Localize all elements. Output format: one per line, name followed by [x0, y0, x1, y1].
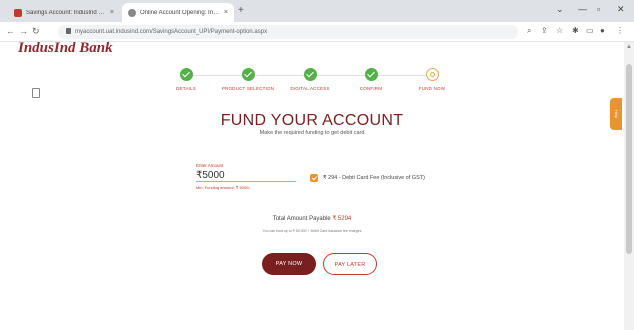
- brand-logo: IndusInd Bank: [18, 42, 113, 55]
- check-icon: [364, 68, 378, 81]
- check-icon: [179, 68, 193, 81]
- profile-icon[interactable]: ●: [600, 26, 605, 35]
- browser-tab-active[interactable]: Online Account Opening: IndusInd ×: [122, 3, 234, 22]
- indusind-favicon-icon: [14, 8, 22, 17]
- checkbox-checked-icon[interactable]: [310, 174, 318, 182]
- address-bar: ← → ↻ myaccount.uat.indusind.com/Savings…: [0, 22, 634, 42]
- step-label: FUND NOW: [418, 86, 446, 91]
- maximize-icon[interactable]: ▫: [597, 4, 600, 14]
- step-confirm: CONFIRM: [336, 68, 406, 91]
- current-step-icon: [425, 68, 439, 81]
- chevron-down-icon[interactable]: ⌄: [556, 4, 564, 15]
- page-content: IndusInd Bank DETAILS PRODUCT SELECTION …: [0, 42, 624, 330]
- debit-card-fee[interactable]: ₹ 294 - Debit Card Fee (Inclusive of GST…: [310, 174, 425, 182]
- total-payable: Total Amount Payable ₹ 5294: [0, 215, 624, 222]
- step-label: CONFIRM: [359, 86, 383, 91]
- total-label: Total Amount Payable: [272, 216, 331, 222]
- url-field[interactable]: myaccount.uat.indusind.com/SavingsAccoun…: [58, 25, 518, 39]
- page-subtitle: Make the required funding to get debit c…: [259, 130, 365, 136]
- fee-text: ₹ 294 - Debit Card Fee (Inclusive of GST…: [323, 175, 425, 181]
- star-icon[interactable]: ☆: [556, 26, 563, 35]
- search-icon[interactable]: ⌕: [527, 26, 531, 36]
- browser-tab[interactable]: Savings Account: IndusInd Bank ×: [8, 3, 120, 22]
- minimize-icon[interactable]: —: [578, 4, 587, 14]
- site-favicon-icon: [128, 8, 136, 17]
- browser-tab-bar: Savings Account: IndusInd Bank × Online …: [0, 0, 634, 22]
- funding-note: You can fund up to ₹ 50,000 + Debit Card…: [262, 229, 362, 233]
- step-product-selection: PRODUCT SELECTION: [213, 68, 283, 91]
- step-label: DETAILS: [176, 86, 196, 91]
- page-title: FUND YOUR ACCOUNT: [220, 112, 404, 129]
- window-close-icon[interactable]: ✕: [617, 4, 625, 15]
- amount-hint: Min. Funding amount: ₹ 5000/-: [196, 185, 251, 190]
- step-fund-now: FUND NOW: [397, 68, 467, 91]
- close-icon[interactable]: ×: [110, 9, 114, 16]
- tab-title: Online Account Opening: IndusInd: [140, 9, 220, 16]
- extension-icon[interactable]: ✱: [572, 26, 579, 35]
- step-details: DETAILS: [151, 68, 221, 91]
- amount-label: Enter Amount: [196, 163, 224, 168]
- scrollbar-thumb[interactable]: [626, 64, 632, 254]
- step-digital-access: DIGITAL ACCESS: [275, 68, 345, 91]
- check-icon: [241, 68, 255, 81]
- step-label: PRODUCT SELECTION: [221, 86, 275, 91]
- scroll-up-icon[interactable]: ▲: [626, 44, 632, 50]
- url-text: myaccount.uat.indusind.com/SavingsAccoun…: [75, 29, 268, 35]
- amount-input[interactable]: [196, 169, 296, 182]
- tab-title: Savings Account: IndusInd Bank: [26, 9, 106, 16]
- forward-icon[interactable]: →: [19, 26, 28, 36]
- pay-now-button[interactable]: PAY NOW: [262, 253, 316, 275]
- lock-icon: [66, 28, 71, 34]
- new-tab-icon[interactable]: +: [238, 5, 244, 16]
- total-value: ₹ 5294: [332, 216, 352, 222]
- menu-icon[interactable]: ⋮: [616, 26, 624, 35]
- reload-icon[interactable]: ↻: [32, 26, 40, 37]
- close-icon[interactable]: ×: [224, 9, 228, 16]
- sidebar-icon[interactable]: ▭: [586, 26, 594, 35]
- pay-later-button[interactable]: PAY LATER: [323, 253, 377, 275]
- document-icon: [32, 88, 40, 98]
- step-label: DIGITAL ACCESS: [290, 86, 330, 91]
- check-icon: [303, 68, 317, 81]
- back-icon[interactable]: ←: [6, 26, 15, 36]
- share-icon[interactable]: ⇪: [541, 26, 548, 35]
